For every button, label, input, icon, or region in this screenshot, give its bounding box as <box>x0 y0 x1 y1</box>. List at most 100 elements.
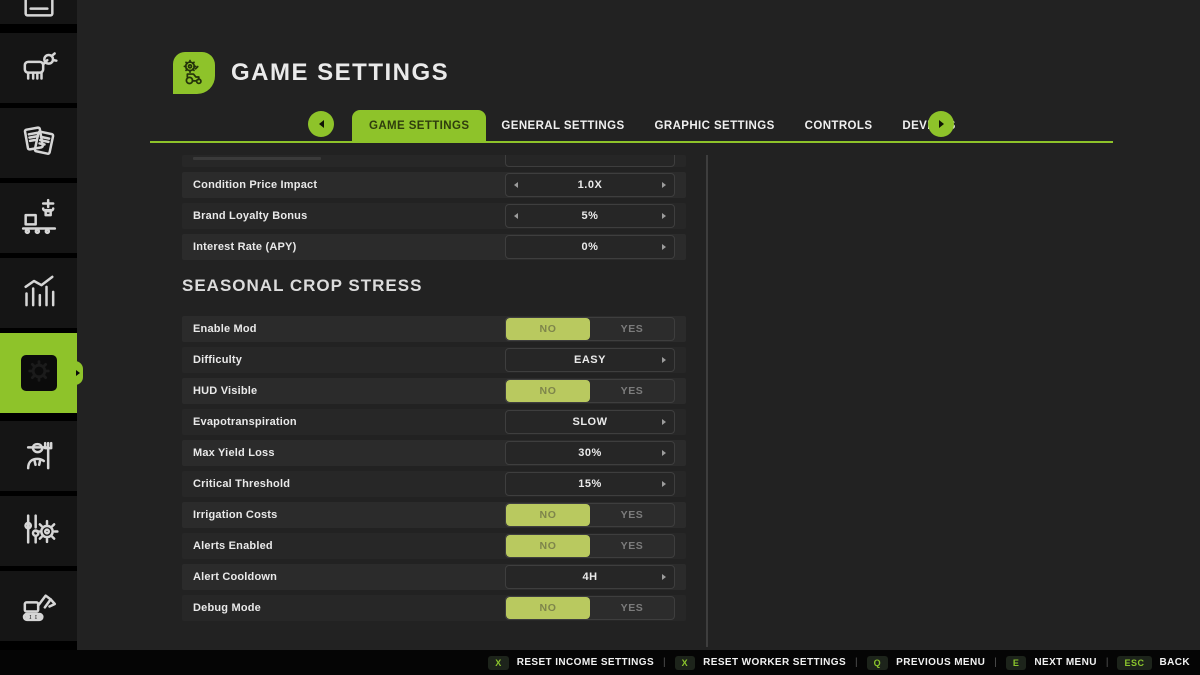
sidebar-item-game-settings[interactable] <box>0 333 77 413</box>
sidebar-item-statistics[interactable] <box>0 258 77 328</box>
sidebar-item-finances[interactable] <box>0 0 77 24</box>
setting-label: Condition Price Impact <box>193 179 317 191</box>
tab-graphic-settings[interactable]: GRAPHIC SETTINGS <box>640 110 790 141</box>
setting-row: Difficulty EASY <box>182 347 686 373</box>
documents-icon <box>19 121 59 166</box>
toggle-option-yes[interactable]: YES <box>590 504 674 526</box>
key-badge: ESC <box>1117 656 1151 670</box>
cow-icon <box>19 46 59 91</box>
value-selector[interactable]: SLOW <box>505 410 675 434</box>
setting-row: HUD VisibleNOYES <box>182 378 686 404</box>
page-header: GAME SETTINGS <box>173 52 449 94</box>
selector-value: 1.0X <box>578 179 603 191</box>
toggle-option-no[interactable]: NO <box>506 535 590 557</box>
value-selector[interactable] <box>505 155 675 167</box>
hotkey-hint-next-menu[interactable]: ENEXT MENU <box>1006 656 1097 670</box>
separator: | <box>1106 657 1109 668</box>
scrollbar[interactable] <box>706 155 708 647</box>
toggle-option-yes[interactable]: YES <box>590 597 674 619</box>
setting-row: Enable ModNOYES <box>182 316 686 342</box>
value-selector[interactable]: 30% <box>505 441 675 465</box>
sidebar-item-contracts[interactable] <box>0 108 77 178</box>
hotkey-hint-reset-worker-settings[interactable]: X RESET WORKER SETTINGS <box>675 656 846 670</box>
selector-value: 30% <box>578 447 602 459</box>
tabs-next-button[interactable] <box>928 111 954 137</box>
separator: | <box>855 657 858 668</box>
hotkey-hint-back[interactable]: ESC BACK <box>1117 656 1190 670</box>
selector-value: 0% <box>582 241 599 253</box>
increase-arrow-icon[interactable] <box>662 574 666 580</box>
decrease-arrow-icon[interactable] <box>514 213 518 219</box>
tab-game-settings[interactable]: GAME SETTINGS <box>352 110 486 141</box>
increase-arrow-icon[interactable] <box>662 244 666 250</box>
sidebar-item-construction[interactable] <box>0 571 77 641</box>
toggle-control: NOYES <box>505 503 675 527</box>
tab-general-settings[interactable]: GENERAL SETTINGS <box>486 110 639 141</box>
increase-arrow-icon[interactable] <box>662 357 666 363</box>
value-selector[interactable]: 15% <box>505 472 675 496</box>
hint-label: RESET INCOME SETTINGS <box>517 657 654 668</box>
decrease-arrow-icon[interactable] <box>514 182 518 188</box>
farmer-icon <box>19 434 59 479</box>
settings-list: Condition Price Impact 1.0X Brand Loyalty … <box>182 155 686 626</box>
screen: GAME SETTINGS GAME SETTINGSGENERAL SETTI… <box>0 0 1200 675</box>
key-badge: X <box>675 656 696 670</box>
setting-row: Brand Loyalty Bonus 5% <box>182 203 686 229</box>
setting-row: Evapotranspiration SLOW <box>182 409 686 435</box>
excavator-icon <box>19 584 59 629</box>
value-selector[interactable]: 5% <box>505 204 675 228</box>
setting-label: Brand Loyalty Bonus <box>193 210 307 222</box>
toggle-control: NOYES <box>505 317 675 341</box>
increase-arrow-icon[interactable] <box>662 450 666 456</box>
sidebar-item-mod-settings[interactable] <box>0 496 77 566</box>
tab-underline <box>150 141 1113 143</box>
hint-label: BACK <box>1160 657 1191 668</box>
value-selector[interactable]: 1.0X <box>505 173 675 197</box>
setting-label: Evapotranspiration <box>193 416 297 428</box>
setting-row: Max Yield Loss 30% <box>182 440 686 466</box>
setting-row: Debug ModeNOYES <box>182 595 686 621</box>
setting-label: Interest Rate (APY) <box>193 241 296 253</box>
sidebar-item-workers[interactable] <box>0 421 77 491</box>
toggle-control: NOYES <box>505 596 675 620</box>
toggle-option-no[interactable]: NO <box>506 504 590 526</box>
setting-label: Max Yield Loss <box>193 447 275 459</box>
setting-label: Critical Threshold <box>193 478 290 490</box>
tabs-prev-button[interactable] <box>308 111 334 137</box>
left-arrow-icon <box>319 120 324 128</box>
value-selector[interactable]: EASY <box>505 348 675 372</box>
hotkey-hint-reset-income-settings[interactable]: XRESET INCOME SETTINGS <box>488 656 654 670</box>
main-panel: GAME SETTINGS GAME SETTINGSGENERAL SETTI… <box>77 0 1200 650</box>
toggle-option-no[interactable]: NO <box>506 380 590 402</box>
settings-tile-icon <box>25 357 53 390</box>
setting-row: Alert Cooldown4H <box>182 564 686 590</box>
sidebar-item-production[interactable] <box>0 183 77 253</box>
increase-arrow-icon[interactable] <box>662 182 666 188</box>
setting-label: Difficulty <box>193 354 242 366</box>
toggle-option-yes[interactable]: YES <box>590 535 674 557</box>
hint-label: NEXT MENU <box>1034 657 1097 668</box>
toggle-option-no[interactable]: NO <box>506 597 590 619</box>
toggle-option-yes[interactable]: YES <box>590 318 674 340</box>
value-selector[interactable]: 0% <box>505 235 675 259</box>
value-selector[interactable]: 4H <box>505 565 675 589</box>
tab-controls[interactable]: CONTROLS <box>790 110 888 141</box>
right-arrow-icon <box>939 120 944 128</box>
statistics-chart-icon <box>19 271 59 316</box>
setting-label: Alerts Enabled <box>193 540 273 552</box>
toggle-option-no[interactable]: NO <box>506 318 590 340</box>
increase-arrow-icon[interactable] <box>662 481 666 487</box>
selector-value: 4H <box>582 571 597 583</box>
toggle-control: NOYES <box>505 534 675 558</box>
page-title: GAME SETTINGS <box>231 59 449 87</box>
increase-arrow-icon[interactable] <box>662 419 666 425</box>
production-line-icon <box>19 196 59 241</box>
sidebar-item-animals[interactable] <box>0 33 77 103</box>
hint-label: RESET WORKER SETTINGS <box>703 657 846 668</box>
banknote-icon <box>19 0 59 24</box>
toggle-option-yes[interactable]: YES <box>590 380 674 402</box>
hotkey-hint-previous-menu[interactable]: QPREVIOUS MENU <box>867 656 986 670</box>
increase-arrow-icon[interactable] <box>662 213 666 219</box>
sliders-gear-icon <box>19 509 59 554</box>
selector-value: EASY <box>574 354 606 366</box>
